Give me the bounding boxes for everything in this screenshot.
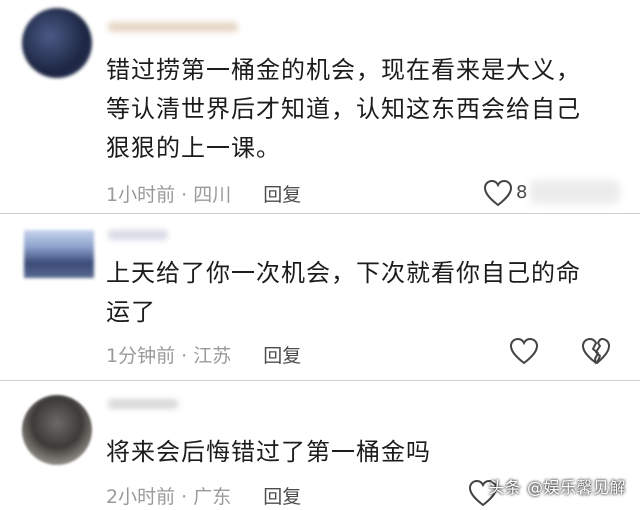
comment-text: 错过捞第一桶金的机会，现在看来是大义， 等认清世界后才知道，认知这东西会给自己 … — [106, 56, 581, 162]
comment-text: 上天给了你一次机会，下次就看你自己的命 运了 — [106, 259, 581, 326]
username-blurred[interactable] — [108, 230, 168, 240]
reply-button[interactable]: 回复 — [263, 345, 301, 367]
comment-meta: 1小时前 · 四川 回复 — [106, 180, 301, 207]
reply-button[interactable]: 回复 — [263, 184, 301, 206]
meta-separator: · — [181, 184, 188, 206]
meta-separator: · — [181, 345, 188, 367]
comment-time: 1分钟前 — [106, 345, 176, 367]
comment-meta: 1分钟前 · 江苏 回复 — [106, 341, 301, 368]
avatar[interactable] — [24, 230, 94, 278]
comment-time: 1小时前 — [106, 184, 176, 206]
avatar[interactable] — [22, 395, 92, 465]
username-blurred[interactable] — [108, 399, 178, 409]
avatar[interactable] — [22, 8, 92, 78]
comment-location: 广东 — [193, 486, 232, 508]
comment-item: 上天给了你一次机会，下次就看你自己的命 运了 1分钟前 · 江苏 回复 — [0, 214, 640, 380]
comment-meta: 2小时前 · 广东 回复 — [106, 482, 301, 509]
username-blurred[interactable] — [108, 22, 238, 32]
comment-location: 四川 — [193, 184, 232, 206]
meta-separator: · — [181, 486, 188, 508]
heart-outline-icon[interactable] — [483, 179, 513, 207]
comment-text: 将来会后悔错过了第一桶金吗 — [106, 438, 431, 466]
comment-item: 错过捞第一桶金的机会，现在看来是大义， 等认清世界后才知道，认知这东西会给自己 … — [0, 0, 640, 213]
comment-location: 江苏 — [193, 345, 232, 367]
reply-button[interactable]: 回复 — [263, 486, 301, 508]
broken-heart-icon[interactable] — [581, 337, 611, 365]
blurred-area — [530, 180, 620, 204]
watermark: 头条 @娱乐馨见解 — [488, 478, 626, 497]
comment-time: 2小时前 — [106, 486, 176, 508]
like-count: 8 — [516, 182, 528, 203]
heart-outline-icon[interactable] — [509, 337, 539, 365]
